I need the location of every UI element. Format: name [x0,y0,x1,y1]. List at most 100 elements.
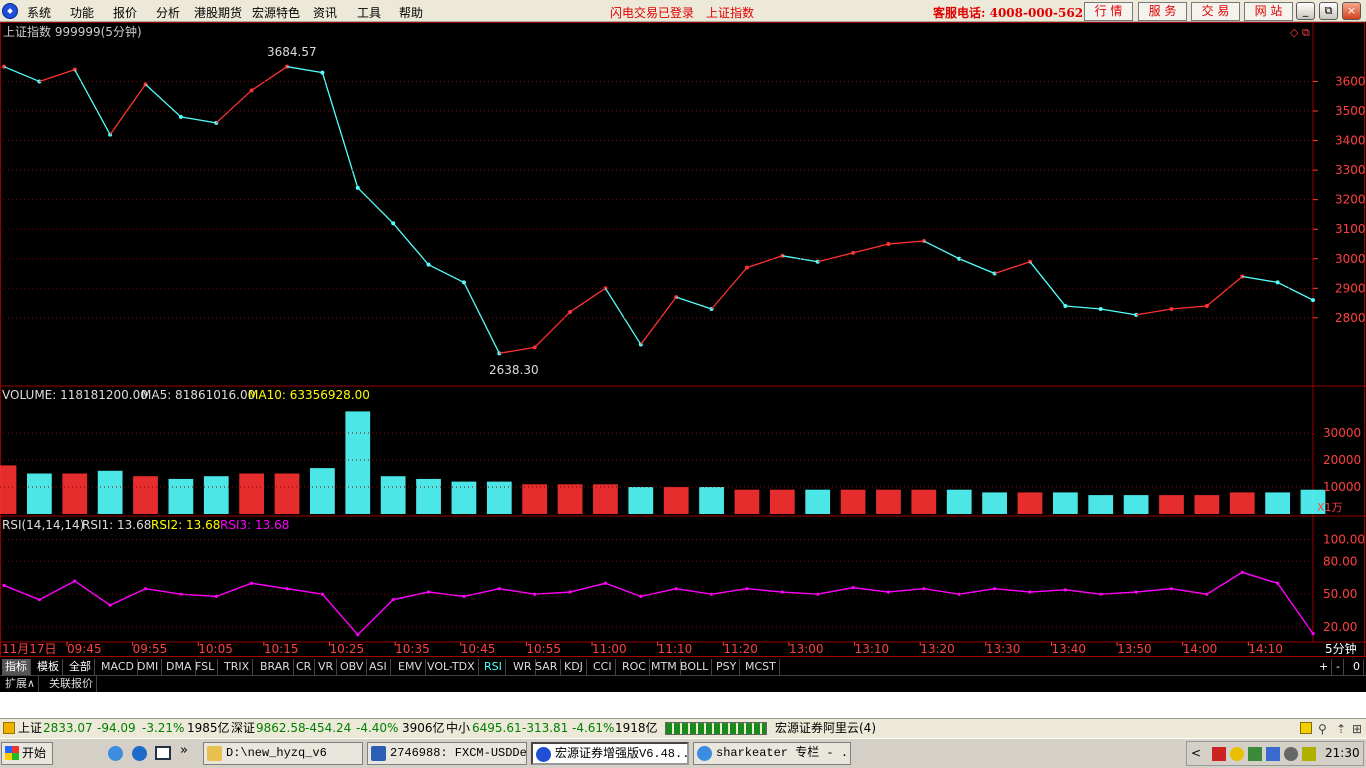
indicator-tab-obv[interactable]: OBV [337,659,368,675]
upload-icon[interactable]: ⇡ [1336,720,1346,739]
info-panel [0,692,1366,718]
rsi-point [37,598,41,602]
indicator-tab-roc[interactable]: ROC [619,659,650,675]
indicator-tab-vr[interactable]: VR [315,659,338,675]
tray-network-icon[interactable] [1248,747,1262,761]
indicator-tab-mtm[interactable]: MTM [648,659,681,675]
quote-button[interactable]: 行 情 [1084,2,1133,21]
menu-info[interactable]: 资讯 [313,4,337,21]
volume-bar [0,465,17,514]
period-label[interactable]: 5分钟 [1325,641,1357,656]
indicator-tab-模板[interactable]: 模板 [34,659,63,675]
expand-tab[interactable]: 扩展∧ [2,676,40,692]
tray-flag-icon[interactable] [1212,747,1226,761]
volume-bar [274,473,300,514]
expand-quicklaunch-icon[interactable]: » [180,743,188,758]
tray-disk-icon[interactable] [1284,747,1298,761]
status-icon[interactable] [3,722,15,734]
volume-bar [946,489,972,514]
tray-monitor-icon[interactable] [1266,747,1280,761]
browser-quicklaunch-icon[interactable] [132,746,147,761]
antenna-icon[interactable]: ⚲ [1318,720,1327,739]
signal-icon[interactable] [1300,722,1312,734]
price-segment [463,282,500,354]
server-name[interactable]: 宏源证券阿里云(4) [775,719,876,738]
chart-settings-icon[interactable]: ◇ ⧉ [1290,26,1310,39]
minimize-button[interactable]: _ [1296,2,1315,20]
menu-hk-futures[interactable]: 港股期货 [194,4,242,21]
rsi-point [2,583,6,588]
indicator-tab-boll[interactable]: BOLL [677,659,713,675]
indicator-tab-dma[interactable]: DMA [163,659,196,675]
indicator-tab-brar[interactable]: BRAR [257,659,294,675]
menu-analysis[interactable]: 分析 [156,4,180,21]
tray-app-icon[interactable] [1230,747,1244,761]
grid-icon[interactable]: ⊞ [1352,720,1362,739]
current-index-link[interactable]: 上证指数 [706,4,754,21]
indicator-tab-cci[interactable]: CCI [590,659,616,675]
close-button[interactable]: × [1342,2,1361,20]
hotline-text: 客服电话: 4008-000-562 [933,6,1084,20]
indicator-tab-sar[interactable]: SAR [532,659,562,675]
indicator-tab-psy[interactable]: PSY [713,659,741,675]
taskbar-item-fxcm[interactable]: 2746988: FXCM-USDDe... [367,742,527,765]
menu-system[interactable]: 系统 [27,4,51,21]
sh-change: -94.09 [97,721,136,735]
start-button[interactable]: 开始 [1,742,53,765]
tray-volume-icon[interactable] [1302,747,1316,761]
zoom-out-button[interactable]: - [1333,659,1344,675]
time-tick-label: 11:20 [723,642,758,656]
restore-button[interactable]: ⧉ [1319,2,1338,20]
service-button[interactable]: 服 务 [1138,2,1187,21]
menu-function[interactable]: 功能 [70,4,94,21]
indicator-tab-asi[interactable]: ASI [366,659,391,675]
show-desktop-icon[interactable] [155,746,171,760]
price-segment [604,287,642,345]
time-tick-label: 13:50 [1117,642,1152,656]
indicator-tab-kdj[interactable]: KDJ [561,659,587,675]
price-segment [746,255,783,269]
ie-quicklaunch-icon[interactable] [108,746,123,761]
clock[interactable]: 21:30 [1325,746,1360,760]
tray-expand-icon[interactable]: < [1191,746,1201,760]
volume-bar [203,476,229,514]
zoom-in-button[interactable]: + [1316,659,1333,675]
indicator-tab-emv[interactable]: EMV [395,659,426,675]
indicator-tab-cr[interactable]: CR [293,659,316,675]
indicator-tab-rsi[interactable]: RSI [481,659,506,675]
indicator-tab-macd[interactable]: MACD [98,659,138,675]
menu-quote[interactable]: 报价 [113,4,137,21]
volume-bar [168,478,194,514]
indicator-tab-指标[interactable]: 指标 [2,659,31,675]
taskbar-item-folder[interactable]: D:\new_hyzq_v6 [203,742,363,765]
menu-tools[interactable]: 工具 [357,4,381,21]
app-logo-icon[interactable] [2,3,18,19]
rsi-tick-label: 100.00 [1323,532,1365,546]
indicator-tab-fsl[interactable]: FSL [192,659,219,675]
price-segment [39,69,75,83]
price-tick-label: 2800 [1335,311,1366,325]
related-quote-tab[interactable]: 关联报价 [46,676,97,692]
status-bar: 上证 2833.07 -94.09 -3.21% 1985亿 深证 9862.5… [0,718,1366,738]
trade-button[interactable]: 交 易 [1191,2,1240,21]
website-button[interactable]: 网 站 [1244,2,1293,21]
volume-bar [310,468,335,514]
taskbar-item-browser[interactable]: sharkeater 专栏 - ... [693,742,851,765]
menu-hongyuan[interactable]: 宏源特色 [252,4,300,21]
zoom-reset-button[interactable]: 0 [1350,659,1364,675]
indicator-tab-vol-tdx[interactable]: VOL-TDX [424,659,479,675]
indicator-tab-全部[interactable]: 全部 [66,659,95,675]
indicator-tab-dmi[interactable]: DMI [134,659,163,675]
taskbar-item-hongyuan[interactable]: 宏源证券增强版V6.48... [531,742,689,765]
flash-trade-status[interactable]: 闪电交易已登录 [610,4,694,21]
indicator-tab-mcst[interactable]: MCST [742,659,780,675]
price-segment [3,66,40,83]
price-segment [1277,281,1314,301]
kline-chart[interactable]: 3600 3500 3400 3300 3200 3100 3000 2900 2800 3000… [0,22,1366,658]
rsi-point [1169,587,1174,591]
price-tick-label: 3600 [1335,74,1366,88]
chart-axes: 3600 3500 3400 3300 3200 3100 3000 2900 2800 3000… [0,74,1366,656]
menu-help[interactable]: 帮助 [399,4,423,21]
folder-icon [207,746,222,761]
indicator-tab-trix[interactable]: TRIX [221,659,254,675]
